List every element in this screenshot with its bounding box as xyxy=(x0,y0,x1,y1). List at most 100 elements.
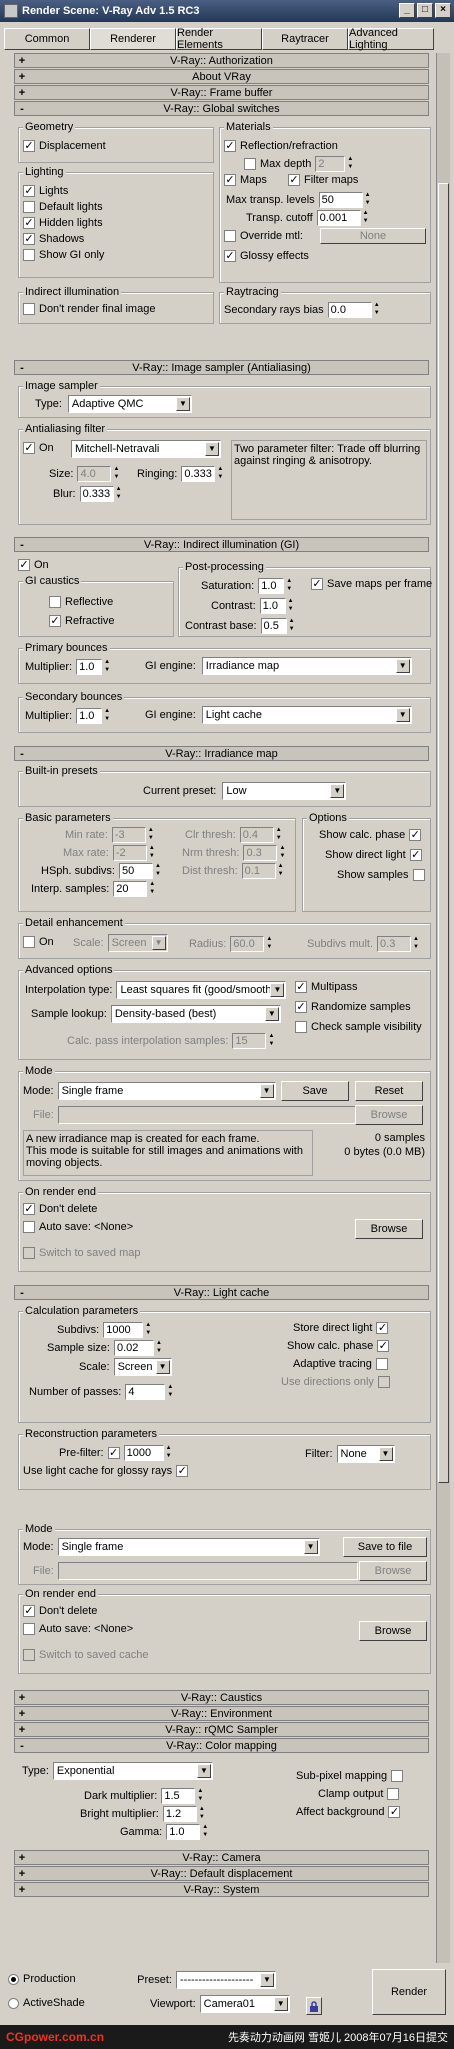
tab-advanced-lighting[interactable]: Advanced Lighting xyxy=(348,27,434,51)
tab-raytracer[interactable]: Raytracer xyxy=(262,28,348,50)
override-mtl-checkbox[interactable]: Override mtl: xyxy=(224,230,303,242)
current-preset-select[interactable]: Current preset: Low ▼ xyxy=(143,782,347,800)
saturation-spinner[interactable]: Saturation: 1.0 ▲ ▼ xyxy=(201,578,293,594)
im-reset-button[interactable]: Reset xyxy=(355,1081,423,1101)
use-glossy-rays-checkbox[interactable]: ✓ Use light cache for glossy rays xyxy=(23,1465,189,1477)
filter-maps-checkbox[interactable]: ✓ Filter maps xyxy=(288,174,358,186)
rollout-irradiance-map[interactable]: - V-Ray:: Irradiance map xyxy=(14,746,429,761)
blur-spinner[interactable]: Blur: 0.333 ▲ ▼ xyxy=(53,486,123,502)
show-calc-phase-checkbox[interactable]: ✓ Show calc. phase xyxy=(319,829,422,841)
minimize-button[interactable]: _ xyxy=(399,3,415,18)
lc-scale-select[interactable]: Scale: Screen ▼ xyxy=(79,1358,172,1376)
rollout-indirect-illumination[interactable]: - V-Ray:: Indirect illumination (GI) xyxy=(14,537,429,552)
lights-checkbox[interactable]: ✓ Lights xyxy=(23,185,68,197)
scroll-thumb[interactable] xyxy=(438,183,449,1483)
rollout-global-switches[interactable]: - V-Ray:: Global switches xyxy=(14,101,429,116)
rollout-caustics[interactable]: + V-Ray:: Caustics xyxy=(14,1690,429,1705)
save-maps-per-frame-checkbox[interactable]: ✓ Save maps per frame xyxy=(311,578,432,590)
rollout-image-sampler[interactable]: - V-Ray:: Image sampler (Antialiasing) xyxy=(14,360,429,375)
activeshade-radio[interactable]: ActiveShade xyxy=(8,1997,85,2009)
displacement-checkbox[interactable]: ✓ Displacement xyxy=(23,140,106,152)
override-mtl-button[interactable]: None xyxy=(320,228,426,244)
dont-render-final-checkbox[interactable]: Don't render final image xyxy=(23,303,155,315)
tab-render-elements[interactable]: Render Elements xyxy=(176,27,262,51)
color-mapping-type-select[interactable]: Type: Exponential ▼ xyxy=(22,1762,213,1780)
viewport-select[interactable]: Viewport: Camera01 ▼ xyxy=(150,1995,290,2013)
im-autosave-browse-button[interactable]: Browse xyxy=(355,1219,423,1239)
glossy-effects-checkbox[interactable]: ✓ Glossy effects xyxy=(224,250,309,262)
rollout-default-displacement[interactable]: + V-Ray:: Default displacement xyxy=(14,1866,429,1881)
detail-scale-select[interactable]: Scale: Screen ▼ xyxy=(73,934,168,952)
maximize-button[interactable]: □ xyxy=(417,3,433,18)
lc-filter-select[interactable]: Filter: None ▼ xyxy=(305,1445,395,1463)
interp-samples-spinner[interactable]: Interp. samples: 20 ▲ ▼ xyxy=(31,881,156,897)
preset-select[interactable]: Preset: -------------------- ▼ xyxy=(128,1971,276,1989)
render-button[interactable]: Render xyxy=(372,1969,446,2015)
im-save-button[interactable]: Save xyxy=(281,1081,349,1101)
contrast-spinner[interactable]: Contrast: 1.0 ▲ ▼ xyxy=(211,598,295,614)
lc-show-calc-phase-checkbox[interactable]: ✓ Show calc. phase xyxy=(287,1340,390,1352)
min-rate-spinner[interactable]: Min rate: -3 ▲ ▼ xyxy=(65,827,155,843)
im-dont-delete-checkbox[interactable]: ✓ Don't delete xyxy=(23,1203,97,1215)
lc-autosave-browse-button[interactable]: Browse xyxy=(359,1621,427,1641)
rollout-light-cache[interactable]: - V-Ray:: Light cache xyxy=(14,1285,429,1300)
im-auto-save-checkbox[interactable]: Auto save: <None> xyxy=(23,1221,133,1233)
gamma-spinner[interactable]: Gamma: 1.0 ▲ ▼ xyxy=(120,1824,209,1840)
lc-mode-select[interactable]: Mode: Single frame ▼ xyxy=(23,1538,320,1556)
rollout-camera[interactable]: + V-Ray:: Camera xyxy=(14,1850,429,1865)
filter-size-spinner[interactable]: Size: 4.0 ▲ ▼ xyxy=(49,466,120,482)
reflection-refraction-checkbox[interactable]: ✓ Reflection/refraction xyxy=(224,140,338,152)
im-browse-button[interactable]: Browse xyxy=(355,1105,423,1125)
rollout-environment[interactable]: + V-Ray:: Environment xyxy=(14,1706,429,1721)
rollout-system[interactable]: + V-Ray:: System xyxy=(14,1882,429,1897)
rollout-color-mapping[interactable]: - V-Ray:: Color mapping xyxy=(14,1738,429,1753)
detail-subdivs-mult-spinner[interactable]: Subdivs mult. 0.3 ▲ ▼ xyxy=(307,936,420,952)
check-sample-visibility-checkbox[interactable]: Check sample visibility xyxy=(295,1021,422,1033)
show-direct-light-checkbox[interactable]: ✓ Show direct light xyxy=(325,849,422,861)
bright-multiplier-spinner[interactable]: Bright multiplier: 1.2 ▲ ▼ xyxy=(80,1806,206,1822)
adaptive-tracing-checkbox[interactable]: Adaptive tracing xyxy=(293,1358,388,1370)
interpolation-type-select[interactable]: Interpolation type: Least squares fit (go… xyxy=(25,981,287,999)
primary-gi-engine-select[interactable]: GI engine: Irradiance map ▼ xyxy=(145,657,412,675)
im-file-field[interactable]: File: xyxy=(33,1106,358,1124)
multipass-checkbox[interactable]: ✓ Multipass xyxy=(295,981,357,993)
ringing-spinner[interactable]: Ringing: 0.333 ▲ ▼ xyxy=(137,466,224,482)
tab-common[interactable]: Common xyxy=(4,28,90,50)
clr-thresh-spinner[interactable]: Clr thresh: 0.4 ▲ ▼ xyxy=(185,827,283,843)
gi-on-checkbox[interactable]: ✓ On xyxy=(18,559,49,571)
calc-pass-samples-spinner[interactable]: Calc. pass interpolation samples: 15 ▲ ▼ xyxy=(67,1033,275,1049)
secondary-rays-bias-spinner[interactable]: Secondary rays bias 0.0 ▲ ▼ xyxy=(224,302,381,318)
sampler-type-select[interactable]: Type: Adaptive QMC ▼ xyxy=(35,395,192,413)
sample-lookup-select[interactable]: Sample lookup: Density-based (best) ▼ xyxy=(31,1005,281,1023)
rollout-authorization[interactable]: + V-Ray:: Authorization xyxy=(14,53,429,68)
contrast-base-spinner[interactable]: Contrast base: 0.5 ▲ ▼ xyxy=(185,618,296,634)
lc-file-field[interactable]: File: xyxy=(33,1562,358,1580)
aa-filter-on-checkbox[interactable]: ✓ On xyxy=(23,442,54,454)
switch-to-saved-cache-checkbox[interactable]: Switch to saved cache xyxy=(23,1649,148,1661)
secondary-multiplier-spinner[interactable]: Multiplier: 1.0 ▲ ▼ xyxy=(25,708,111,724)
maps-checkbox[interactable]: ✓ Maps xyxy=(224,174,267,186)
reflective-checkbox[interactable]: Reflective xyxy=(49,596,113,608)
lc-passes-spinner[interactable]: Number of passes: 4 ▲ ▼ xyxy=(29,1384,174,1400)
affect-background-checkbox[interactable]: ✓ Affect background xyxy=(296,1806,401,1818)
lc-subdivs-spinner[interactable]: Subdivs: 1000 ▲ ▼ xyxy=(57,1322,152,1338)
default-lights-checkbox[interactable]: Default lights xyxy=(23,201,103,213)
switch-to-saved-map-checkbox[interactable]: Switch to saved map xyxy=(23,1247,141,1259)
rollout-frame-buffer[interactable]: + V-Ray:: Frame buffer xyxy=(14,85,429,100)
show-gi-only-checkbox[interactable]: Show GI only xyxy=(23,249,104,261)
refractive-checkbox[interactable]: ✓ Refractive xyxy=(49,615,115,627)
tab-renderer[interactable]: Renderer xyxy=(90,28,176,50)
lc-dont-delete-checkbox[interactable]: ✓ Don't delete xyxy=(23,1605,97,1617)
aa-filter-select[interactable]: Mitchell-Netravali ▼ xyxy=(71,440,221,458)
rollout-about[interactable]: + About VRay xyxy=(14,69,429,84)
lc-browse-button[interactable]: Browse xyxy=(359,1561,427,1581)
sub-pixel-mapping-checkbox[interactable]: Sub-pixel mapping xyxy=(296,1770,404,1782)
nrm-thresh-spinner[interactable]: Nrm thresh: 0.3 ▲ ▼ xyxy=(182,845,286,861)
detail-on-checkbox[interactable]: On xyxy=(23,936,54,948)
hsph-subdivs-spinner[interactable]: HSph. subdivs: 50 ▲ ▼ xyxy=(41,863,162,879)
lc-auto-save-checkbox[interactable]: Auto save: <None> xyxy=(23,1623,133,1635)
detail-radius-spinner[interactable]: Radius: 60.0 ▲ ▼ xyxy=(189,936,273,952)
shadows-checkbox[interactable]: ✓ Shadows xyxy=(23,233,84,245)
lock-icon[interactable] xyxy=(306,1997,322,2015)
scrollbar[interactable] xyxy=(436,53,450,1963)
